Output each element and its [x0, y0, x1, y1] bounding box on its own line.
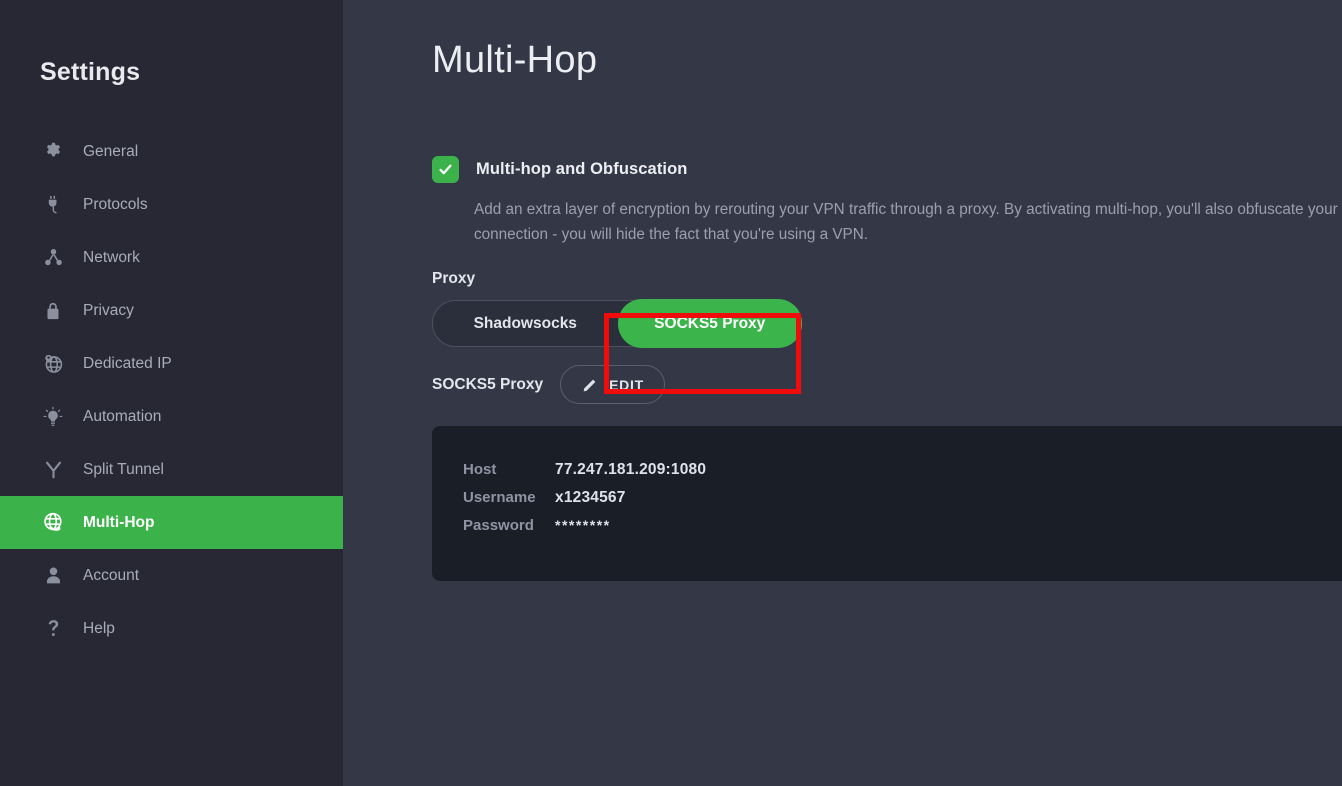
plug-icon	[40, 192, 66, 218]
sidebar-item-multi-hop[interactable]: Multi-Hop	[0, 496, 343, 549]
sidebar-item-split-tunnel[interactable]: Split Tunnel	[0, 443, 343, 496]
detail-key: Username	[463, 489, 555, 506]
sidebar-item-account[interactable]: Account	[0, 549, 343, 602]
sidebar-item-automation[interactable]: Automation	[0, 390, 343, 443]
multi-hop-description: Add an extra layer of encryption by rero…	[474, 198, 1342, 248]
detail-value-username: x1234567	[555, 489, 626, 507]
check-icon	[437, 161, 454, 178]
proxy-type-segmented-control[interactable]: Shadowsocks SOCKS5 Proxy	[432, 300, 802, 347]
sidebar-item-label: Help	[83, 620, 115, 638]
edit-button-label: EDIT	[609, 377, 644, 393]
globe-pin-icon	[40, 351, 66, 377]
detail-row-host: Host 77.247.181.209:1080	[463, 461, 1342, 479]
globe-arrow-icon	[40, 510, 66, 536]
sidebar-item-label: Privacy	[83, 302, 134, 320]
user-icon	[40, 563, 66, 589]
selected-proxy-name: SOCKS5 Proxy	[432, 376, 543, 394]
sidebar-item-label: Split Tunnel	[83, 461, 164, 479]
split-tunnel-icon	[40, 457, 66, 483]
sidebar-item-label: Protocols	[83, 196, 148, 214]
settings-window: Settings General	[0, 0, 1342, 786]
lock-icon	[40, 298, 66, 324]
proxy-details-card: Host 77.247.181.209:1080 Username x12345…	[432, 426, 1342, 581]
edit-button[interactable]: EDIT	[560, 365, 665, 404]
pencil-icon	[581, 376, 598, 393]
question-icon	[40, 616, 66, 642]
sidebar-item-dedicated-ip[interactable]: Dedicated IP	[0, 337, 343, 390]
lightbulb-icon	[40, 404, 66, 430]
detail-key: Password	[463, 517, 555, 534]
sidebar-item-network[interactable]: Network	[0, 231, 343, 284]
page-title: Multi-Hop	[432, 40, 1342, 82]
detail-value-password: ********	[555, 517, 611, 533]
multi-hop-checkbox-label: Multi-hop and Obfuscation	[476, 160, 687, 179]
main-content: Multi-Hop Multi-hop and Obfuscation Add …	[343, 0, 1342, 786]
sidebar-item-label: Multi-Hop	[83, 514, 154, 532]
segment-socks5-proxy[interactable]: SOCKS5 Proxy	[618, 299, 803, 348]
sidebar-item-protocols[interactable]: Protocols	[0, 178, 343, 231]
proxy-section-label: Proxy	[432, 270, 1342, 288]
sidebar-item-label: Account	[83, 567, 139, 585]
proxy-detail-header: SOCKS5 Proxy EDIT	[432, 365, 1342, 404]
sidebar-item-label: General	[83, 143, 138, 161]
segment-shadowsocks[interactable]: Shadowsocks	[433, 300, 618, 347]
sidebar: Settings General	[0, 0, 343, 786]
detail-row-username: Username x1234567	[463, 489, 1342, 507]
detail-value-host: 77.247.181.209:1080	[555, 461, 706, 479]
sidebar-item-privacy[interactable]: Privacy	[0, 284, 343, 337]
sidebar-item-general[interactable]: General	[0, 125, 343, 178]
sidebar-item-help[interactable]: Help	[0, 602, 343, 655]
gear-icon	[40, 139, 66, 165]
sidebar-item-label: Dedicated IP	[83, 355, 172, 373]
sidebar-title: Settings	[0, 0, 343, 87]
network-icon	[40, 245, 66, 271]
detail-row-password: Password ********	[463, 517, 1342, 534]
detail-key: Host	[463, 461, 555, 478]
sidebar-nav: General Protocols	[0, 125, 343, 655]
sidebar-item-label: Network	[83, 249, 140, 267]
multi-hop-toggle-row[interactable]: Multi-hop and Obfuscation	[432, 156, 1342, 183]
multi-hop-checkbox[interactable]	[432, 156, 459, 183]
sidebar-item-label: Automation	[83, 408, 161, 426]
